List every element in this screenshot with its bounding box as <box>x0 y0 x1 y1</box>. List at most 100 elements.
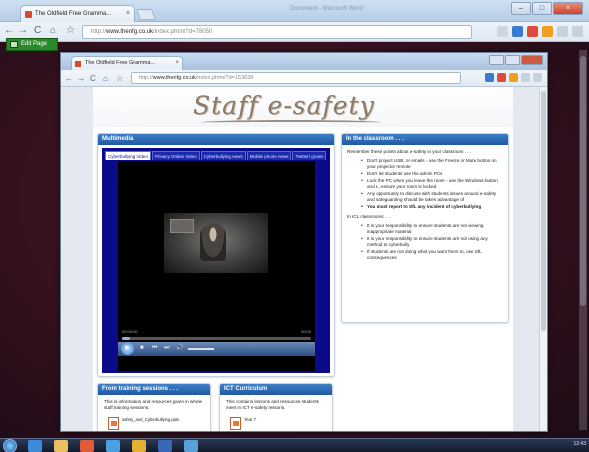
inner-reload-button[interactable]: C <box>90 73 96 85</box>
play-button[interactable]: ▶ <box>121 342 134 355</box>
video-tab-strip: Cyberbullying Video Privacy Online Video… <box>105 151 327 160</box>
ie-taskbar-icon[interactable] <box>28 440 42 452</box>
inner-scrollbar[interactable] <box>539 87 547 431</box>
tab-twitter[interactable]: Twitter/ grown <box>292 151 327 160</box>
media-taskbar-icon[interactable] <box>80 440 94 452</box>
edit-page-button[interactable]: Edit Page <box>6 38 58 51</box>
multimedia-heading: Multimedia <box>98 134 334 145</box>
outer-browser-tab[interactable]: The Oldfield Free Gramma... × <box>20 5 135 22</box>
training-heading: From training sessions . . . <box>98 384 210 395</box>
training-document-link[interactable]: safety_and_Cyberbullying.pptx <box>108 417 208 430</box>
inner-maximize-button[interactable] <box>505 55 520 65</box>
inner-forward-button[interactable]: → <box>77 73 85 85</box>
ict-curriculum-heading: ICT Curriculum <box>220 384 332 395</box>
year7-folder-link[interactable]: Year 7 <box>230 417 330 430</box>
ict-curriculum-body: This contains lessons and resources stud… <box>226 399 319 410</box>
list-item: Any opportunity to discuss with students… <box>361 191 503 203</box>
minimize-button[interactable]: – <box>511 2 531 15</box>
word-taskbar-icon[interactable] <box>158 440 172 452</box>
volume-icon[interactable]: 🔊 <box>176 344 183 353</box>
classroom-body: Remember these points about e-safety in … <box>342 145 508 269</box>
inner-browser-tab[interactable]: The Oldfield Free Gramma... × <box>71 56 183 70</box>
seek-bar[interactable] <box>122 337 311 340</box>
page-menu-icon[interactable] <box>557 26 568 37</box>
inner-minimize-button[interactable] <box>489 55 504 65</box>
start-button-icon[interactable] <box>3 439 17 452</box>
site-banner: Staff e-safety <box>93 87 513 127</box>
edit-page-label: Edit Page <box>21 41 48 47</box>
year7-label: Year 7 <box>244 417 256 422</box>
reload-button[interactable]: C <box>34 25 41 37</box>
inner-tab-close-icon[interactable]: × <box>175 57 179 70</box>
window-controls: – □ × <box>511 2 583 15</box>
inner-browser-toolbar: ← → C ⌂ ☆ http://www.thenfg.co.uk/index.… <box>61 70 547 87</box>
app-taskbar-icon[interactable] <box>184 440 198 452</box>
inner-close-button[interactable] <box>521 55 543 65</box>
inner-address-bar[interactable]: http://www.thenfg.co.uk/index.phtml?d=15… <box>131 72 461 84</box>
folder-taskbar-icon[interactable] <box>132 440 146 452</box>
tab-cyberbullying-video[interactable]: Cyberbullying Video <box>105 151 151 160</box>
inner-mail-extension-icon[interactable] <box>485 73 494 82</box>
multimedia-panel: Multimedia Cyberbullying Video Privacy O… <box>97 133 335 377</box>
bookmarks-extension-icon[interactable] <box>542 26 553 37</box>
page-action-icon[interactable] <box>497 26 508 37</box>
classroom-heading: In the classroom . . . <box>342 134 508 145</box>
powerpoint-file-icon <box>108 417 119 430</box>
inner-site-favicon-icon <box>75 61 81 67</box>
explorer-taskbar-icon[interactable] <box>54 440 68 452</box>
chrome-taskbar-icon[interactable] <box>106 440 120 452</box>
close-window-button[interactable]: × <box>553 2 583 15</box>
new-tab-button[interactable] <box>135 9 157 20</box>
training-body: This is information and resources given … <box>104 399 203 410</box>
video-person-figure <box>200 223 226 261</box>
edit-page-icon <box>10 41 18 48</box>
gmail-extension-icon[interactable] <box>527 26 538 37</box>
wrench-menu-icon[interactable] <box>572 26 583 37</box>
outer-scrollbar[interactable] <box>579 50 587 430</box>
home-button[interactable]: ⌂ <box>50 25 56 37</box>
inner-back-button[interactable]: ← <box>65 73 73 85</box>
inner-wrench-menu-icon[interactable] <box>533 73 542 82</box>
site-favicon-icon <box>25 11 32 18</box>
background-window-title: Document - Microsoft Word <box>290 6 363 12</box>
next-icon[interactable]: ⏭ <box>164 344 169 353</box>
tab-privacy-online-video[interactable]: Privacy Online Video <box>151 151 200 160</box>
inner-gmail-extension-icon[interactable] <box>497 73 506 82</box>
inner-home-button[interactable]: ⌂ <box>103 73 108 85</box>
tab-cyberbullying-news[interactable]: Cyberbullying news <box>200 151 246 160</box>
mail-extension-icon[interactable] <box>512 26 523 37</box>
inner-bookmark-star-icon[interactable]: ☆ <box>116 73 123 85</box>
stop-icon[interactable]: ■ <box>140 344 144 353</box>
player-controls: ▶ ■ ⏮ ⏭ 🔊 <box>118 342 315 356</box>
list-item: Lock the PC when you leave the room - us… <box>361 178 503 190</box>
url-prefix: http:// <box>91 29 107 35</box>
maximize-button[interactable]: □ <box>532 2 552 15</box>
inner-page-menu-icon[interactable] <box>521 73 530 82</box>
folder-icon <box>230 417 241 430</box>
back-button[interactable]: ← <box>4 25 14 37</box>
outer-tab-title: The Oldfield Free Gramma... <box>35 11 112 17</box>
inner-scrollbar-thumb[interactable] <box>541 91 546 331</box>
system-tray-clock[interactable]: 12:43 <box>573 441 586 447</box>
tab-close-icon[interactable]: × <box>126 6 130 22</box>
outer-browser-toolbar: ← → C ⌂ ☆ http://www.thenfg.co.uk/index.… <box>0 22 589 42</box>
site-content: Staff e-safety Multimedia Cyberbullying … <box>93 87 513 431</box>
training-document-label: safety_and_Cyberbullying.pptx <box>122 417 180 422</box>
url-domain: www.thenfg.co.uk <box>106 29 154 35</box>
classroom-points-list: Don't project USB, or emails - use the F… <box>347 158 503 210</box>
url-path: /index.phtml?d=78050 <box>153 29 213 35</box>
volume-slider[interactable] <box>188 348 214 350</box>
video-player[interactable]: 00:00:00 00:00 ▶ ■ ⏮ ⏭ 🔊 <box>118 161 315 371</box>
inner-browser-window: The Oldfield Free Gramma... × ← → C ⌂ ☆ … <box>60 52 548 432</box>
video-scene-box <box>170 219 194 233</box>
tab-mobile-phone-news[interactable]: Mobile phone news <box>246 151 292 160</box>
list-item: It is your responsibility to ensure stud… <box>361 223 503 235</box>
previous-icon[interactable]: ⏮ <box>152 344 157 353</box>
inner-bookmarks-extension-icon[interactable] <box>509 73 518 82</box>
bookmark-star-icon[interactable]: ☆ <box>66 25 75 37</box>
outer-scrollbar-thumb[interactable] <box>580 56 586 306</box>
inner-url-prefix: http:// <box>139 75 153 81</box>
forward-button[interactable]: → <box>18 25 28 37</box>
video-frame[interactable] <box>164 213 268 273</box>
address-bar[interactable]: http://www.thenfg.co.uk/index.phtml?d=78… <box>82 25 472 39</box>
